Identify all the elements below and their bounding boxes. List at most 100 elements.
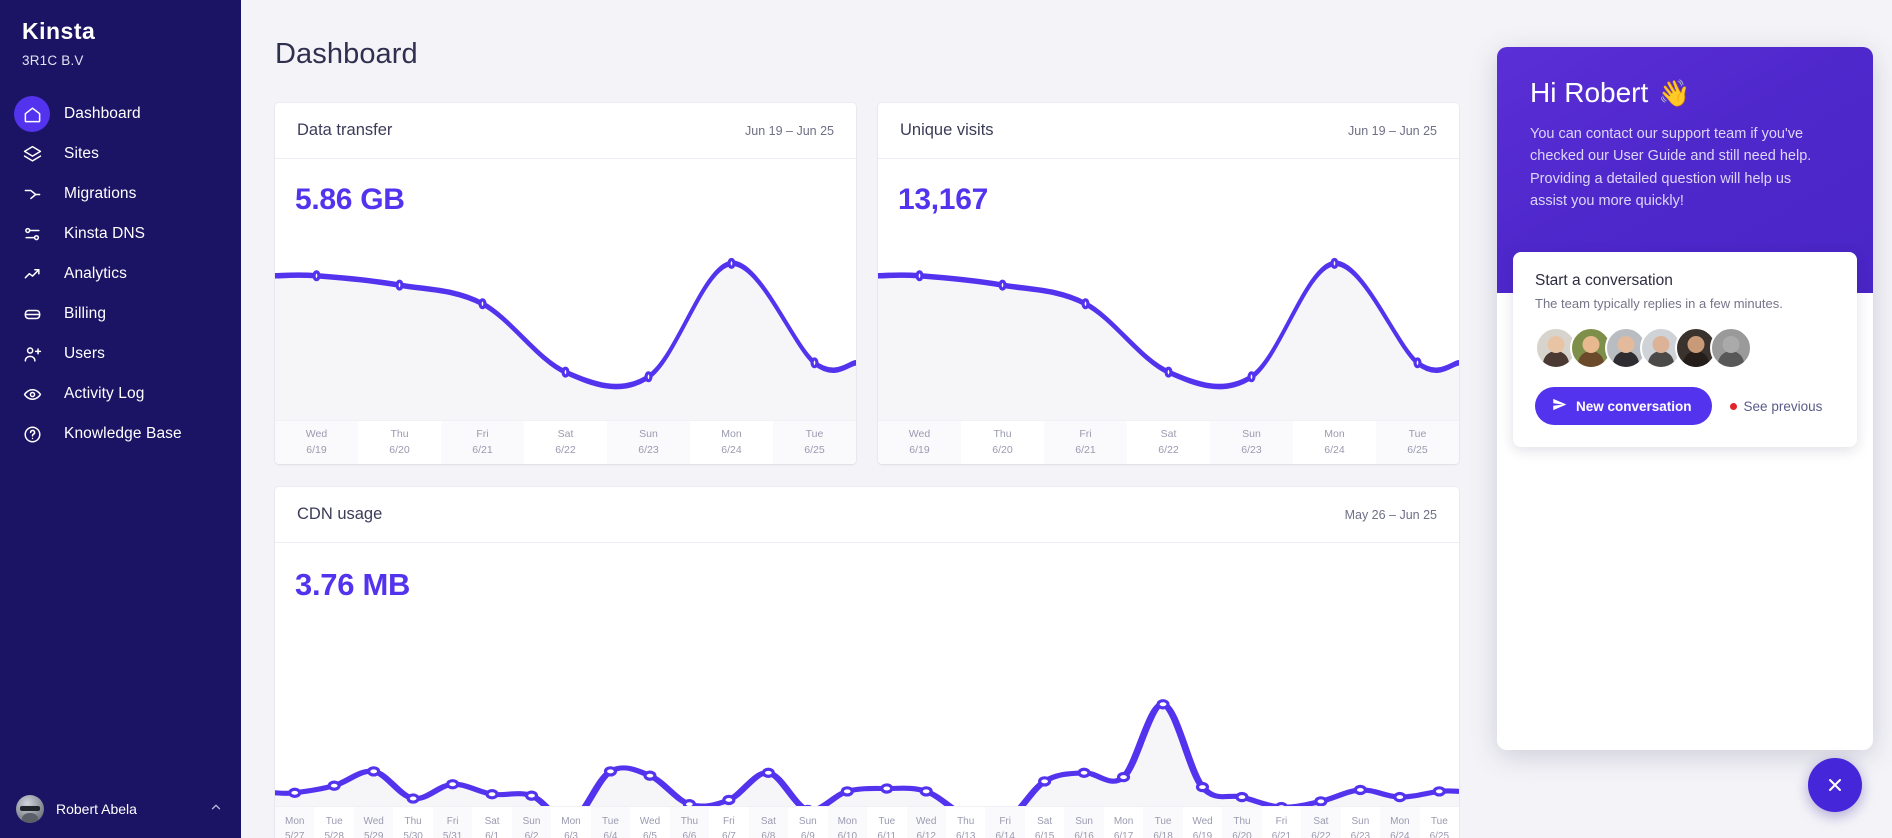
- x-axis-tick[interactable]: Tue 6/4: [591, 807, 630, 838]
- x-axis-tick[interactable]: Sun 6/16: [1064, 807, 1103, 838]
- x-axis-tick-day: Sun: [639, 428, 658, 441]
- x-axis-tick[interactable]: Sat 6/22: [524, 421, 607, 464]
- x-axis-tick[interactable]: Sat 6/1: [472, 807, 512, 838]
- x-axis-tick[interactable]: Tue 6/25: [1419, 807, 1459, 838]
- sidebar-item-knowledge-base[interactable]: Knowledge Base: [0, 414, 241, 454]
- agent-avatar-body: [1648, 351, 1674, 367]
- kinsta-logo[interactable]: Kinsta: [22, 20, 241, 43]
- x-axis-tick[interactable]: Fri 6/21: [441, 421, 524, 464]
- x-axis-tick[interactable]: Tue 6/11: [867, 807, 907, 838]
- x-axis-tick-day: Sat: [760, 816, 776, 827]
- card-title: Unique visits: [900, 121, 994, 139]
- sidebar-item-kinsta-dns[interactable]: Kinsta DNS: [0, 214, 241, 254]
- x-axis-tick-day: Fri: [999, 816, 1011, 827]
- x-axis-tick-day: Mon: [1390, 816, 1410, 827]
- x-axis-tick[interactable]: Sun 6/9: [788, 807, 828, 838]
- x-axis-tick-date: 6/23: [1241, 443, 1262, 456]
- x-axis-tick[interactable]: Mon 6/3: [551, 807, 591, 838]
- x-axis-tick[interactable]: Sat 6/8: [749, 807, 788, 838]
- card-header: Data transfer Jun 19 – Jun 25: [275, 103, 856, 159]
- x-axis-tick-day: Fri: [446, 816, 459, 827]
- sidebar-item-billing[interactable]: Billing: [0, 294, 241, 334]
- x-axis-tick[interactable]: Mon 6/24: [1380, 807, 1419, 838]
- x-axis-tick[interactable]: Wed 6/19: [878, 421, 961, 464]
- x-axis-tick-day: Thu: [993, 428, 1012, 441]
- x-axis-tick[interactable]: Fri 6/21: [1261, 807, 1302, 838]
- x-axis-tick[interactable]: Tue 6/18: [1143, 807, 1182, 838]
- x-axis-tick[interactable]: Thu 6/20: [1222, 807, 1261, 838]
- x-axis-tick[interactable]: Fri 6/21: [1044, 421, 1127, 464]
- sidebar-item-label: Migrations: [64, 185, 137, 202]
- x-axis-tick[interactable]: Mon 6/24: [1293, 421, 1376, 464]
- x-axis-tick[interactable]: Thu 6/20: [961, 421, 1044, 464]
- x-axis-tick[interactable]: Sat 6/22: [1301, 807, 1340, 838]
- x-axis-tick-day: Sat: [1313, 816, 1329, 827]
- x-axis-tick-day: Fri: [723, 816, 735, 827]
- sidebar-item-label: Dashboard: [64, 105, 141, 122]
- x-axis-tick[interactable]: Sun 6/23: [1340, 807, 1381, 838]
- x-axis-tick-day: Thu: [1233, 816, 1251, 827]
- sidebar-item-users[interactable]: Users: [0, 334, 241, 374]
- sidebar-item-label: Analytics: [64, 265, 127, 282]
- x-axis-tick[interactable]: Wed 6/12: [907, 807, 946, 838]
- x-axis-tick-date: 6/23: [638, 443, 659, 456]
- agent-avatar-head: [1687, 335, 1705, 353]
- sidebar-item-activity-log[interactable]: Activity Log: [0, 374, 241, 414]
- x-axis-tick-day: Fri: [1079, 428, 1092, 441]
- x-axis-tick[interactable]: Sun 6/2: [512, 807, 551, 838]
- x-axis-tick[interactable]: Thu 6/20: [358, 421, 441, 464]
- x-axis-tick[interactable]: Sat 6/15: [1024, 807, 1065, 838]
- eye-icon: [14, 376, 50, 412]
- x-axis-tick[interactable]: Thu 6/13: [945, 807, 986, 838]
- close-chat-button[interactable]: [1808, 758, 1862, 812]
- see-previous-link[interactable]: See previous: [1729, 398, 1823, 414]
- agent-avatar-body: [1578, 351, 1604, 367]
- x-axis-tick-date: 6/19: [306, 443, 327, 456]
- x-axis-tick[interactable]: Mon 6/17: [1103, 807, 1144, 838]
- sidebar-item-migrations[interactable]: Migrations: [0, 174, 241, 214]
- sidebar-item-analytics[interactable]: Analytics: [0, 254, 241, 294]
- sidebar-item-sites[interactable]: Sites: [0, 134, 241, 174]
- unread-dot-icon: [1729, 402, 1737, 410]
- agent-avatar-body: [1683, 351, 1709, 367]
- user-profile-row[interactable]: Robert Abela: [0, 780, 241, 838]
- x-axis-tick[interactable]: Fri 5/31: [433, 807, 472, 838]
- see-previous-label: See previous: [1743, 398, 1823, 414]
- agent-avatar[interactable]: [1710, 327, 1752, 369]
- chart-svg: [878, 243, 1459, 428]
- x-axis-tick[interactable]: Sun 6/23: [1210, 421, 1293, 464]
- agent-avatar-head: [1617, 335, 1635, 353]
- x-axis-tick[interactable]: Sun 6/23: [607, 421, 690, 464]
- x-axis-tick-day: Wed: [639, 816, 661, 827]
- x-axis-tick[interactable]: Fri 6/7: [709, 807, 749, 838]
- x-axis-tick-date: 6/4: [603, 830, 618, 838]
- sidebar-item-dashboard[interactable]: Dashboard: [0, 94, 241, 134]
- x-axis-tick[interactable]: Mon 6/10: [828, 807, 867, 838]
- x-axis-tick[interactable]: Tue 5/28: [314, 807, 354, 838]
- x-axis-tick-date: 6/25: [804, 443, 825, 456]
- new-conversation-button[interactable]: New conversation: [1535, 387, 1712, 425]
- x-axis-tick[interactable]: Wed 6/19: [1182, 807, 1223, 838]
- x-axis-tick-date: 6/18: [1153, 830, 1173, 838]
- x-axis-tick[interactable]: Tue 6/25: [773, 421, 856, 464]
- x-axis-tick[interactable]: Thu 5/30: [393, 807, 433, 838]
- x-axis-tick[interactable]: Mon 5/27: [275, 807, 314, 838]
- credit-card-icon: [14, 296, 50, 332]
- agent-avatar-head: [1582, 335, 1600, 353]
- x-axis-tick[interactable]: Wed 6/5: [630, 807, 670, 838]
- x-axis-tick[interactable]: Mon 6/24: [690, 421, 773, 464]
- x-axis-tick[interactable]: Fri 6/14: [985, 807, 1024, 838]
- x-axis-tick-date: 6/16: [1074, 830, 1094, 838]
- x-axis-tick[interactable]: Wed 5/29: [354, 807, 393, 838]
- x-axis-tick[interactable]: Thu 6/6: [670, 807, 709, 838]
- x-axis-tick-date: 6/24: [721, 443, 742, 456]
- card-header: Unique visits Jun 19 – Jun 25: [878, 103, 1459, 159]
- x-axis-tick[interactable]: Tue 6/25: [1376, 421, 1459, 464]
- x-axis-tick-day: Sun: [798, 816, 817, 827]
- x-axis-tick-date: 6/24: [1390, 830, 1410, 838]
- x-axis-tick[interactable]: Wed 6/19: [275, 421, 358, 464]
- x-axis-tick-date: 6/17: [1113, 830, 1134, 838]
- x-axis-tick[interactable]: Sat 6/22: [1127, 421, 1210, 464]
- x-axis-tick-day: Mon: [1113, 816, 1134, 827]
- chevron-up-icon[interactable]: [209, 800, 223, 819]
